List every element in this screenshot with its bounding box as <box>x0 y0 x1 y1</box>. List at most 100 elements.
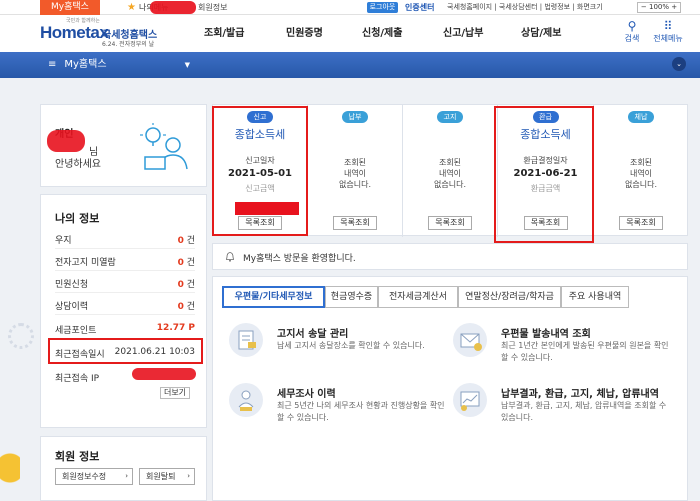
badge-payment: 납부 <box>342 111 368 123</box>
chevron-down-icon[interactable]: ⌄ <box>672 57 686 71</box>
nav-title: My홈택스 <box>64 59 107 70</box>
badge-notice: 고지 <box>437 111 463 123</box>
member-title: 회원 정보 <box>55 450 100 463</box>
info-unit: 건 <box>183 280 195 290</box>
user-lightbulb-icon <box>140 123 188 170</box>
info-value: 0 건 <box>178 299 195 312</box>
info-unit: 건 <box>183 258 195 268</box>
service-title: 납부결과, 환급, 고지, 체납, 압류내역 <box>501 389 659 400</box>
search-label: 검색 <box>624 34 640 43</box>
tab-year-end[interactable]: 연말정산/장려금/학자금 <box>458 286 561 308</box>
withdraw-label: 회원탈퇴 <box>146 472 176 481</box>
info-label: 우지 <box>55 236 72 246</box>
service-title: 세무조사 이력 <box>277 389 336 400</box>
all-menu-button[interactable]: ⠿ 전체메뉴 <box>648 19 688 44</box>
member-info-card: 회원 정보 회원정보수정 › 회원탈퇴 › <box>40 436 207 501</box>
decorative-coin <box>0 448 20 501</box>
chevron-right-icon: › <box>125 472 128 480</box>
info-row[interactable]: 우지 0 건 <box>55 229 195 249</box>
tab-usage[interactable]: 주요 사용내역 <box>561 286 629 308</box>
site-header: 국민과 함께하는 Hometax 국세청홈택스 6.24. 전자정부의 날 조회… <box>0 15 700 52</box>
my-info-title: 나의 정보 <box>55 212 100 225</box>
info-label: 전자고지 미열람 <box>55 258 116 268</box>
arrears-list-button[interactable]: 목록조회 <box>619 216 663 230</box>
payment-empty-2: 내역이 <box>343 169 367 178</box>
info-count: 12.77 <box>156 323 186 333</box>
gnb-inquiry[interactable]: 조회/발급 <box>204 15 244 52</box>
info-value: 0 건 <box>178 233 195 246</box>
highlight-box <box>494 106 594 243</box>
gnb-consult[interactable]: 상담/제보 <box>521 15 561 52</box>
service-item[interactable]: 우편물 발송내역 조회 최근 1년간 본인에게 발송된 우편물의 원본을 확인할… <box>453 323 669 373</box>
zoom-minus-icon[interactable]: − <box>641 3 647 11</box>
payment-chart-icon <box>453 383 487 417</box>
notice-empty-1: 조회된 <box>438 158 462 167</box>
logo-event: 6.24. 전자정부의 날 <box>102 41 155 48</box>
redacted-amount <box>235 202 299 215</box>
status-notice: 고지 조회된 내역이 없습니다. 목록조회 <box>403 105 498 237</box>
service-title: 고지서 송달 관리 <box>277 329 349 340</box>
star-icon[interactable]: ★ <box>127 1 136 14</box>
gnb-certificate[interactable]: 민원증명 <box>286 15 323 52</box>
tab-mail[interactable]: 우편물/기타세무정보 <box>222 286 325 308</box>
arrears-empty-3: 없습니다. <box>625 180 657 189</box>
last-ip-label: 최근접속 IP <box>55 374 100 384</box>
hamburger-icon: ≡ <box>48 59 57 70</box>
edit-member-button[interactable]: 회원정보수정 › <box>55 468 133 485</box>
gnb-filing[interactable]: 신고/납부 <box>443 15 483 52</box>
grid-icon: ⠿ <box>663 19 673 33</box>
service-item[interactable]: 세무조사 이력 최근 5년간 나의 세무조사 현황과 진행상황을 확인할 수 있… <box>229 383 445 433</box>
info-unit: P <box>185 323 195 333</box>
info-value: 0 건 <box>178 255 195 268</box>
more-button[interactable]: 더보기 <box>160 387 190 399</box>
tab-e-invoice[interactable]: 전자세금계산서 <box>378 286 458 308</box>
redacted-name <box>47 130 85 152</box>
zoom-plus-icon[interactable]: + <box>671 3 677 11</box>
payment-empty-1: 조회된 <box>343 158 367 167</box>
notice-empty-2: 내역이 <box>438 169 462 178</box>
service-item[interactable]: 고지서 송달 관리 납세 고지서 송달장소를 확인할 수 있습니다. <box>229 323 439 373</box>
service-desc: 납세 고지서 송달장소를 확인할 수 있습니다. <box>277 341 425 350</box>
service-title: 우편물 발송내역 조회 <box>501 329 591 340</box>
info-value: 0 건 <box>178 277 195 290</box>
caret-down-icon: ▼ <box>184 61 190 69</box>
hometax-logo[interactable]: 국민과 함께하는 Hometax 국세청홈택스 6.24. 전자정부의 날 <box>40 18 170 49</box>
highlight-box <box>212 106 308 236</box>
info-label: 세금포인트 <box>55 326 97 336</box>
notice-text: My홈택스 방문을 환영합니다. <box>243 254 356 264</box>
cert-center-link[interactable]: 인증센터 <box>405 0 434 15</box>
welcome-notice: My홈택스 방문을 환영합니다. <box>212 243 688 270</box>
tab-cash-receipt[interactable]: 현금영수증 <box>325 286 378 308</box>
greeting: 안녕하세요 <box>55 159 101 170</box>
info-row[interactable]: 민원신청 0 건 <box>55 273 195 293</box>
welcome-card: 개인 님 안녕하세요 <box>40 104 207 187</box>
redacted-ip <box>132 368 196 380</box>
logo-text: Hometax <box>40 23 109 42</box>
service-desc: 납부결과, 환급, 고지, 체납, 압류내역을 조회할 수 있습니다. <box>501 401 667 422</box>
info-row[interactable]: 전자고지 미열람 0 건 <box>55 251 195 271</box>
myhometax-dropdown[interactable]: ≡ My홈택스 ▼ <box>40 55 190 75</box>
withdraw-button[interactable]: 회원탈퇴 › <box>139 468 195 485</box>
payment-list-button[interactable]: 목록조회 <box>333 216 377 230</box>
status-arrears: 체납 조회된 내역이 없습니다. 목록조회 <box>594 105 688 237</box>
info-row[interactable]: 세금포인트 12.77 P <box>55 319 195 339</box>
logout-button[interactable]: 로그아웃 <box>367 2 398 13</box>
util-links[interactable]: 국세청홈페이지 | 국세상담센터 | 법령정보 | 화면크기 <box>447 0 603 15</box>
zoom-control[interactable]: − 100% + <box>637 2 681 13</box>
myhometax-tab[interactable]: My홈택스 <box>40 0 100 15</box>
bell-icon <box>226 252 234 262</box>
mail-icon <box>453 323 487 357</box>
highlight-box <box>48 338 203 364</box>
gnb-application[interactable]: 신청/제출 <box>362 15 402 52</box>
member-info-link[interactable]: 회원정보 <box>198 0 227 15</box>
utility-bar: My홈택스 ★ 나의메뉴 회원정보 로그아웃 인증센터 국세청홈페이지 | 국세… <box>0 0 700 15</box>
service-item[interactable]: 납부결과, 환급, 고지, 체납, 압류내역 납부결과, 환급, 고지, 체납,… <box>453 383 666 433</box>
info-row[interactable]: 상담이력 0 건 <box>55 295 195 315</box>
info-unit: 건 <box>183 302 195 312</box>
payment-empty-3: 없습니다. <box>339 180 371 189</box>
info-label: 상담이력 <box>55 302 89 312</box>
info-value: 12.77 P <box>157 323 195 333</box>
notice-list-button[interactable]: 목록조회 <box>428 216 472 230</box>
search-button[interactable]: ⚲ 검색 <box>612 19 652 44</box>
service-desc: 최근 5년간 나의 세무조사 현황과 진행상황을 확인할 수 있습니다. <box>277 401 445 422</box>
